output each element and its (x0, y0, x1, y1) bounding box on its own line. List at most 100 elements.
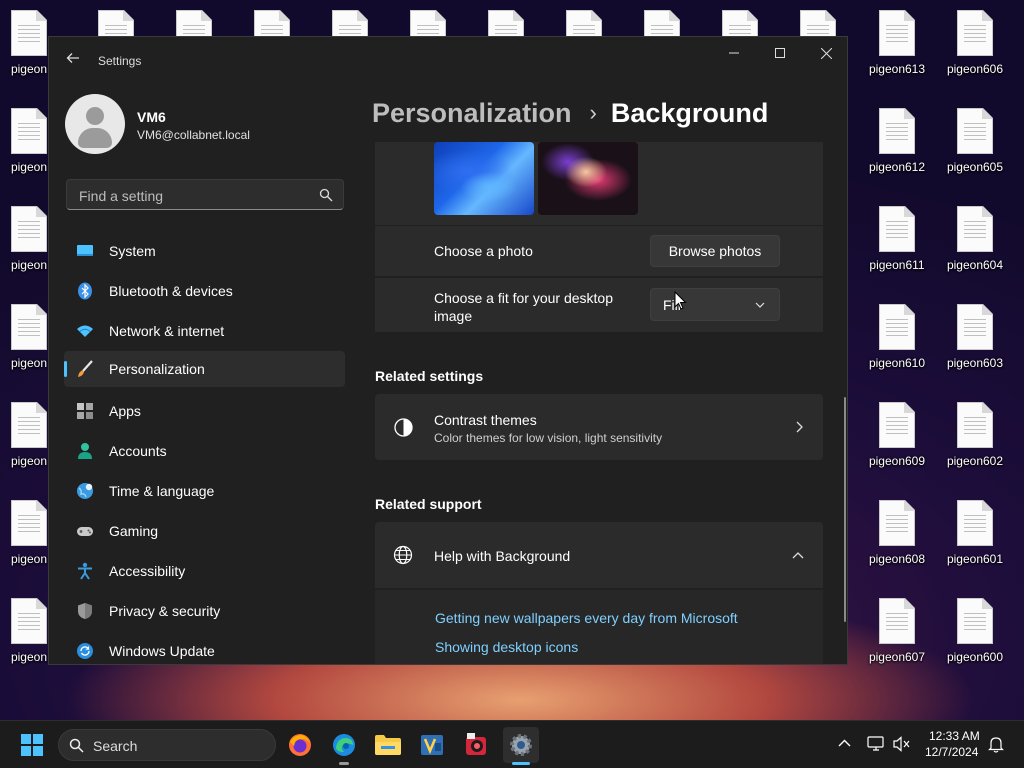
edge-icon (333, 734, 355, 756)
sidebar-item-label: System (109, 243, 156, 259)
sidebar-item-accounts[interactable]: Accounts (64, 433, 345, 469)
volume-muted-icon[interactable] (893, 736, 911, 752)
desktop-file-icon[interactable]: pigeon606 (938, 2, 1012, 92)
choose-photo-label: Choose a photo (434, 243, 533, 259)
sidebar-item-network[interactable]: Network & internet (64, 313, 345, 349)
windows-logo-icon (21, 734, 43, 756)
desktop-file-label: pigeon604 (946, 258, 1004, 272)
desktop-file-icon[interactable]: pigeon602 (938, 394, 1012, 484)
folder-icon (375, 735, 401, 755)
settings-taskbar-button[interactable] (503, 727, 539, 763)
firefox-taskbar-button[interactable] (282, 727, 318, 763)
desktop-file-icon[interactable]: pigeon613 (860, 2, 934, 92)
sidebar-item-label: Accounts (109, 443, 167, 459)
file-icon (879, 598, 915, 644)
sidebar-item-gaming[interactable]: Gaming (64, 513, 345, 549)
desktop-file-icon[interactable]: pigeon610 (860, 296, 934, 386)
help-with-background-header[interactable]: Help with Background (375, 522, 823, 588)
notification-bell-icon[interactable] (988, 736, 1004, 753)
visual-studio-code-taskbar-button[interactable] (414, 727, 450, 763)
maximize-button[interactable] (757, 37, 803, 69)
accounts-icon (78, 443, 92, 459)
avatar[interactable] (65, 94, 125, 154)
sidebar-item-label: Bluetooth & devices (109, 283, 233, 299)
settings-window: Settings VM6 VM6@collabnet.local System … (48, 36, 848, 665)
media-app-icon (466, 733, 486, 755)
fit-dropdown[interactable]: Fill (650, 288, 780, 321)
sidebar-item-time-language[interactable]: Time & language (64, 473, 345, 509)
chevron-down-icon (755, 302, 765, 308)
title-bar[interactable]: Settings (49, 37, 847, 85)
sidebar-item-system[interactable]: System (64, 233, 345, 269)
chevron-up-icon[interactable] (838, 739, 851, 747)
edge-taskbar-button[interactable] (326, 727, 362, 763)
taskbar: Search 12:33 AM 12/7/2024 (0, 720, 1024, 768)
contrast-themes-title: Contrast themes (434, 412, 537, 428)
contrast-themes-row[interactable]: Contrast themes Color themes for low vis… (375, 394, 823, 460)
close-button[interactable] (803, 37, 847, 69)
desktop-file-icon[interactable]: pigeon608 (860, 492, 934, 582)
clock-time[interactable]: 12:33 AM (929, 729, 980, 743)
clock-date[interactable]: 12/7/2024 (925, 745, 978, 759)
recent-image-thumbnail[interactable] (434, 142, 534, 215)
file-icon (11, 10, 47, 56)
desktop-file-label: pigeon601 (946, 552, 1004, 566)
desktop-file-icon[interactable]: pigeon611 (860, 198, 934, 288)
sidebar-item-accessibility[interactable]: Accessibility (64, 553, 345, 589)
find-setting-input[interactable] (77, 186, 311, 206)
mouse-cursor-icon (674, 291, 687, 310)
sidebar-item-privacy-security[interactable]: Privacy & security (64, 593, 345, 629)
search-icon[interactable] (319, 188, 333, 202)
file-icon (957, 108, 993, 154)
media-app-taskbar-button[interactable] (458, 727, 494, 763)
sidebar-item-apps[interactable]: Apps (64, 393, 345, 429)
desktop-file-label: pigeon609 (868, 454, 926, 468)
taskbar-search[interactable]: Search (58, 729, 276, 761)
sidebar-item-bluetooth[interactable]: Bluetooth & devices (64, 273, 345, 309)
contrast-icon (394, 418, 413, 437)
desktop-file-icon[interactable]: pigeon600 (938, 590, 1012, 680)
start-button[interactable] (14, 727, 50, 763)
file-icon (879, 500, 915, 546)
file-icon (957, 10, 993, 56)
desktop-file-icon[interactable]: pigeon605 (938, 100, 1012, 190)
window-title: Settings (98, 54, 142, 68)
wifi-icon (77, 325, 93, 337)
desktop-file-icon[interactable]: pigeon609 (860, 394, 934, 484)
sidebar-item-label: Gaming (109, 523, 159, 539)
breadcrumb-parent[interactable]: Personalization (372, 98, 572, 129)
file-icon (11, 598, 47, 644)
contrast-themes-subtitle: Color themes for low vision, light sensi… (434, 431, 663, 445)
file-icon (957, 598, 993, 644)
desktop-file-label: pigeon612 (868, 160, 926, 174)
find-setting-search[interactable] (66, 179, 344, 210)
recent-image-thumbnail[interactable] (538, 142, 638, 215)
help-link[interactable]: Getting new wallpapers every day from Mi… (435, 610, 738, 626)
sidebar-item-label: Apps (109, 403, 141, 419)
browse-photos-button[interactable]: Browse photos (650, 235, 780, 267)
desktop-file-icon[interactable]: pigeon604 (938, 198, 1012, 288)
maximize-icon (775, 48, 785, 58)
help-link[interactable]: Showing desktop icons (435, 639, 578, 655)
desktop-file-label: pigeon611 (869, 258, 925, 272)
desktop-file-icon[interactable]: pigeon603 (938, 296, 1012, 386)
file-explorer-taskbar-button[interactable] (370, 727, 406, 763)
sidebar-item-personalization[interactable]: Personalization (64, 351, 345, 387)
file-icon (957, 304, 993, 350)
minimize-button[interactable] (711, 37, 757, 69)
back-button[interactable] (63, 51, 83, 71)
related-support-heading: Related support (375, 496, 482, 512)
desktop-file-icon[interactable]: pigeon607 (860, 590, 934, 680)
scrollbar[interactable] (844, 397, 846, 622)
desktop-file-label: pigeon600 (946, 650, 1004, 664)
firefox-icon (289, 734, 311, 756)
related-settings-heading: Related settings (375, 368, 484, 384)
running-indicator (339, 762, 349, 765)
sidebar-item-windows-update[interactable]: Windows Update (64, 633, 345, 664)
desktop-file-icon[interactable]: pigeon612 (860, 100, 934, 190)
choose-fit-label-line: image (434, 308, 473, 324)
desktop-file-icon[interactable]: pigeon601 (938, 492, 1012, 582)
bluetooth-icon (78, 282, 92, 300)
network-icon[interactable] (867, 736, 885, 752)
file-icon (879, 304, 915, 350)
